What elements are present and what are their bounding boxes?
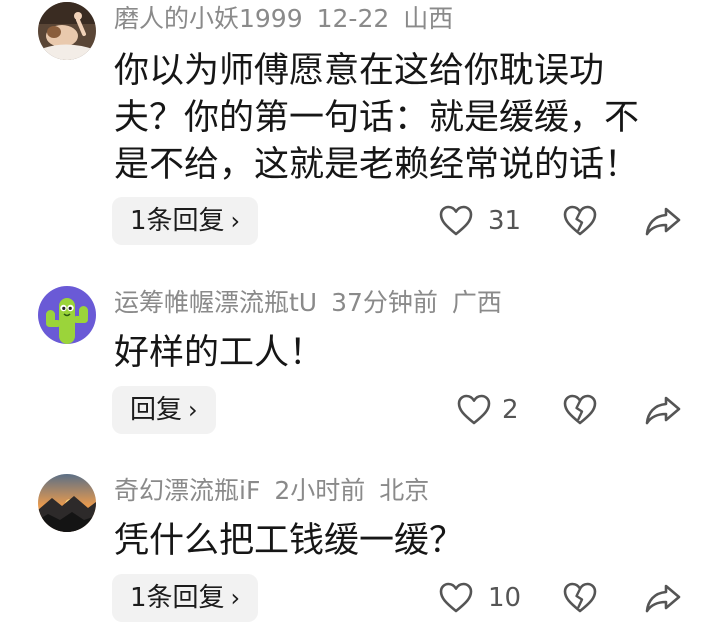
comment-feed: 磨人的小妖1999 12-22 山西 你以为师傅愿意在这给你耽误功 夫？你的第一句话… — [0, 0, 720, 638]
comment-text: 好样的工人！ — [114, 330, 674, 377]
username[interactable]: 奇幻漂流瓶iF — [114, 476, 260, 505]
comment-line: 是不给，这就是老赖经常说的话！ — [114, 145, 640, 185]
comment-meta: 运筹帷幄漂流瓶tU 37分钟前 广西 — [114, 286, 516, 320]
comment-line: 夫？你的第一句话：就是缓缓，不 — [114, 98, 640, 138]
share-button[interactable] — [644, 203, 682, 239]
comment-item: 奇幻漂流瓶iF 2小时前 北京 凭什么把工钱缓一缓？ 1条回复 › 10 — [0, 462, 720, 638]
avatar[interactable] — [38, 2, 96, 60]
reply-button[interactable]: 回复 › — [112, 386, 216, 434]
heart-outline-icon — [439, 582, 473, 613]
location: 北京 — [379, 476, 430, 505]
share-button[interactable] — [644, 580, 682, 616]
like-count: 2 — [502, 395, 519, 425]
dislike-button[interactable] — [562, 580, 598, 616]
comment-line: 凭什么把工钱缓一缓？ — [114, 521, 465, 561]
avatar[interactable] — [38, 286, 96, 344]
broken-heart-icon — [563, 582, 597, 613]
reply-label: 回复 — [130, 395, 183, 425]
comment-text: 凭什么把工钱缓一缓？ — [114, 518, 674, 565]
timestamp: 37分钟前 — [331, 288, 438, 317]
timestamp: 2小时前 — [274, 476, 366, 505]
chevron-right-icon: › — [230, 207, 241, 235]
comment-item: 运筹帷幄漂流瓶tU 37分钟前 广西 好样的工人！ 回复 › 2 — [0, 272, 720, 448]
share-arrow-icon — [645, 396, 681, 425]
spa-portrait-avatar-icon — [38, 2, 96, 60]
username[interactable]: 磨人的小妖1999 — [114, 4, 303, 33]
cactus-avatar-icon — [38, 286, 96, 344]
share-arrow-icon — [645, 584, 681, 613]
reply-button[interactable]: 1条回复 › — [112, 574, 259, 622]
share-button[interactable] — [644, 392, 682, 428]
dislike-button[interactable] — [562, 392, 598, 428]
like-count: 31 — [488, 206, 522, 236]
comment-item: 磨人的小妖1999 12-22 山西 你以为师傅愿意在这给你耽误功 夫？你的第一句话… — [0, 0, 720, 258]
chevron-right-icon: › — [230, 584, 241, 612]
reply-button[interactable]: 1条回复 › — [112, 197, 259, 245]
share-arrow-icon — [645, 207, 681, 236]
heart-outline-icon — [457, 394, 491, 425]
comment-line: 你以为师傅愿意在这给你耽误功 — [114, 51, 605, 91]
like-button[interactable] — [438, 580, 474, 616]
like-button[interactable] — [456, 392, 492, 428]
like-count: 10 — [488, 583, 522, 613]
username[interactable]: 运筹帷幄漂流瓶tU — [114, 288, 317, 317]
comment-meta: 磨人的小妖1999 12-22 山西 — [114, 2, 467, 36]
avatar[interactable] — [38, 474, 96, 532]
location: 广西 — [451, 288, 502, 317]
reply-label: 1条回复 — [130, 583, 225, 613]
comment-text: 你以为师傅愿意在这给你耽误功 夫？你的第一句话：就是缓缓，不 是不给，这就是老赖… — [114, 48, 674, 189]
comment-actions: 2 — [438, 386, 698, 434]
broken-heart-icon — [563, 205, 597, 236]
broken-heart-icon — [563, 394, 597, 425]
mountain-sunset-avatar-icon — [38, 474, 96, 532]
comment-line: 好样的工人！ — [114, 333, 325, 373]
comment-actions: 10 — [438, 574, 698, 622]
chevron-right-icon: › — [188, 396, 198, 424]
heart-outline-icon — [439, 205, 473, 236]
reply-label: 1条回复 — [130, 206, 225, 236]
dislike-button[interactable] — [562, 203, 598, 239]
location: 山西 — [403, 4, 454, 33]
comment-meta: 奇幻漂流瓶iF 2小时前 北京 — [114, 474, 443, 508]
comment-actions: 31 — [438, 197, 698, 245]
like-button[interactable] — [438, 203, 474, 239]
timestamp: 12-22 — [316, 4, 390, 33]
